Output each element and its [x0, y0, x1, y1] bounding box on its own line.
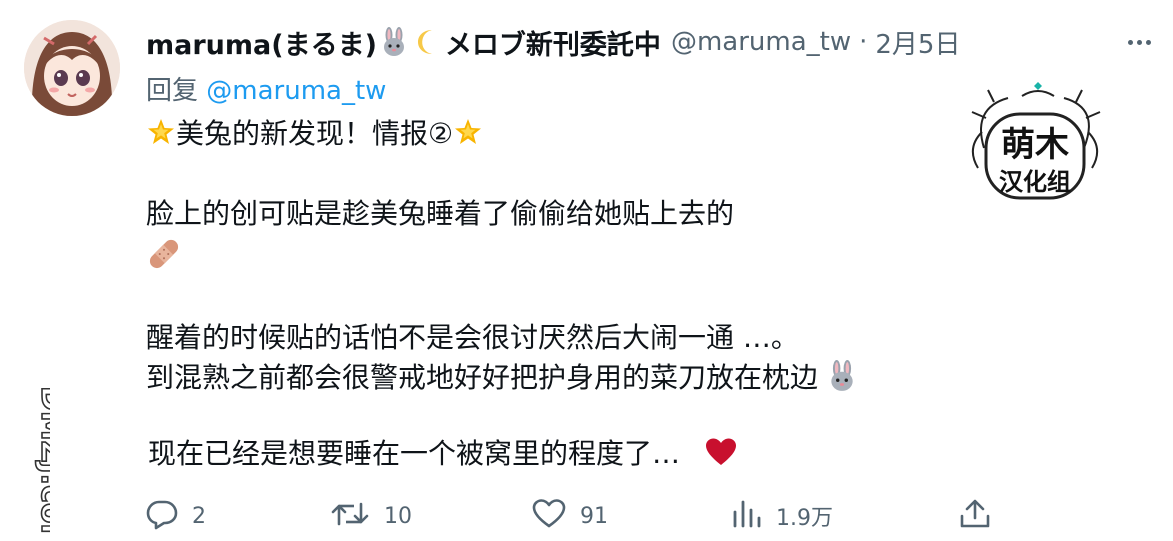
tweet-text-4: 到混熟之前都会很警戒地好好把护身用的菜刀放在枕边 [146, 361, 819, 394]
rabbit-emoji-icon [827, 359, 857, 399]
red-heart-emoji-icon [705, 437, 737, 474]
glowing-star-emoji-icon [146, 117, 176, 154]
more-icon[interactable] [1122, 28, 1156, 56]
tweet-text-3: 醒着的时候贴的话怕不是会很讨厌然后大闹一通 …。 [146, 321, 799, 354]
crescent-moon-emoji-icon [414, 27, 442, 57]
separator-dot: · [859, 27, 868, 57]
like-icon [532, 498, 566, 534]
retweet-count: 10 [384, 503, 412, 529]
tweet-text-2: 脸上的创可贴是趁美兔睡着了偷偷给她贴上去的 [146, 197, 735, 230]
tweet-text-5: 现在已经是想要睡在一个被窝里的程度了… [148, 437, 681, 470]
post-date[interactable]: 2月5日 [875, 24, 960, 61]
action-bar: 2 10 91 1.9万 [0, 496, 1173, 536]
tweet-text-1: 美兔的新发现！情报② [176, 117, 454, 150]
watermark-title: 萌木 [1001, 125, 1069, 165]
glowing-star-emoji-icon [453, 117, 483, 154]
watermark-subtitle: 汉化组 [999, 168, 1071, 196]
display-name[interactable]: maruma(まるま) [146, 23, 377, 62]
group-watermark: 萌木 汉化组 [964, 78, 1106, 208]
avatar[interactable] [24, 20, 120, 116]
tweet-text-line-1: 美兔的新发现！情报② [146, 112, 483, 154]
reply-mention-link[interactable]: @maruma_tw [206, 76, 386, 106]
adhesive-bandage-emoji-icon [146, 236, 182, 272]
view-count: 1.9万 [776, 506, 833, 531]
like-count: 91 [580, 503, 608, 529]
reply-context: 回复 @maruma_tw [146, 70, 386, 107]
share-icon [958, 498, 992, 534]
share-button[interactable] [958, 496, 992, 536]
views-button[interactable]: 1.9万 [732, 496, 833, 536]
like-button[interactable]: 91 [532, 496, 608, 536]
rabbit-emoji-icon [380, 27, 408, 57]
reply-prefix: 回复 [146, 76, 199, 106]
tweet-header: maruma(まるま) メロブ新刊委託中 @maruma_tw · 2月5日 [146, 22, 1046, 62]
reply-count: 2 [192, 503, 206, 529]
reply-icon [146, 498, 178, 534]
retweet-icon [330, 498, 370, 534]
tweet-text-line-5: 现在已经是想要睡在一个被窝里的程度了… [148, 432, 737, 474]
tweet-text-line-4: 到混熟之前都会很警戒地好好把护身用的菜刀放在枕边 [146, 356, 857, 399]
views-icon [732, 498, 762, 534]
user-handle[interactable]: @maruma_tw [671, 27, 851, 57]
display-name-suffix[interactable]: メロブ新刊委託中 [445, 23, 661, 62]
reply-button[interactable]: 2 [146, 496, 206, 536]
retweet-button[interactable]: 10 [330, 496, 412, 536]
